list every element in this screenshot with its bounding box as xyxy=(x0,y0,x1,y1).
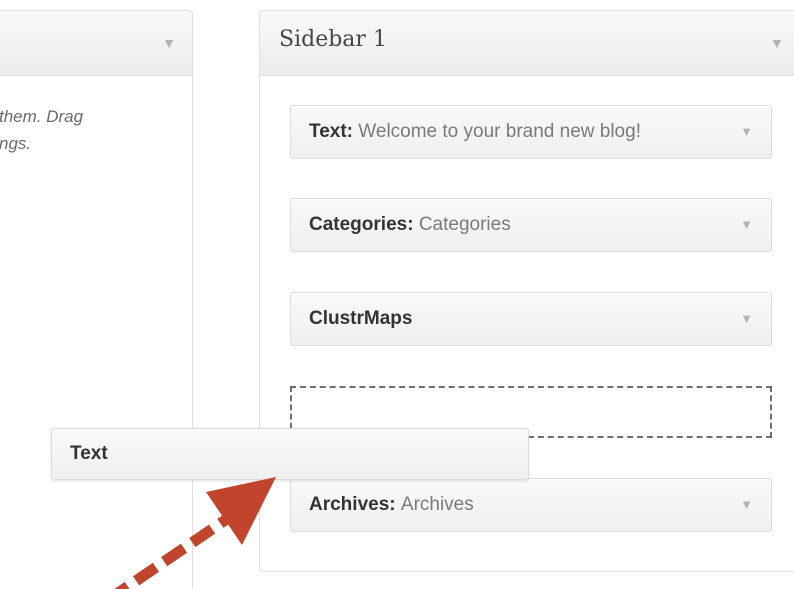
expand-widget-icon[interactable]: ▼ xyxy=(740,497,753,512)
widget-separator: : xyxy=(389,494,401,515)
widget-separator: : xyxy=(407,214,419,235)
widget-subtitle: Categories xyxy=(418,214,511,235)
widget-title: Archives: Archives xyxy=(309,494,729,516)
expand-widget-icon[interactable]: ▼ xyxy=(740,311,753,326)
widget-categories[interactable]: Categories: Categories ▼ xyxy=(290,198,772,252)
expand-widget-icon[interactable]: ▼ xyxy=(740,217,753,232)
widget-text[interactable]: Text: Welcome to your brand new blog! ▼ xyxy=(290,105,772,159)
widget-separator: : xyxy=(346,121,359,142)
widget-title: ClustrMaps xyxy=(309,308,729,330)
dragged-widget-label: Text xyxy=(70,443,108,464)
widget-clustrmaps[interactable]: ClustrMaps ▼ xyxy=(290,292,772,346)
widget-name: Archives xyxy=(309,494,390,515)
available-widgets-header[interactable]: ▼ xyxy=(0,11,192,76)
widgets-screen: ▼ them. Drag ngs. Sidebar 1 ▼ Text: Welc… xyxy=(0,0,794,589)
widget-subtitle: Archives xyxy=(400,494,474,515)
widget-name: Text xyxy=(309,121,347,142)
description-line: ngs. xyxy=(0,134,32,153)
widget-name: Categories xyxy=(309,214,408,235)
available-widgets-description: them. Drag ngs. xyxy=(0,103,199,157)
widget-title: Categories: Categories xyxy=(309,214,729,236)
widget-title: Text: Welcome to your brand new blog! xyxy=(309,121,729,143)
widget-archives[interactable]: Archives: Archives ▼ xyxy=(290,478,772,532)
sidebar-title: Sidebar 1 xyxy=(279,27,387,52)
collapse-toggle-icon[interactable]: ▼ xyxy=(162,35,176,51)
sidebar-header[interactable]: Sidebar 1 ▼ xyxy=(260,11,794,76)
widget-subtitle: Welcome to your brand new blog! xyxy=(358,121,641,142)
dragged-text-widget[interactable]: Text xyxy=(51,428,529,480)
widget-name: ClustrMaps xyxy=(309,308,413,329)
available-widgets-panel: ▼ them. Drag ngs. xyxy=(0,10,193,589)
expand-widget-icon[interactable]: ▼ xyxy=(740,124,753,139)
collapse-toggle-icon[interactable]: ▼ xyxy=(770,35,784,51)
description-line: them. Drag xyxy=(0,107,84,126)
